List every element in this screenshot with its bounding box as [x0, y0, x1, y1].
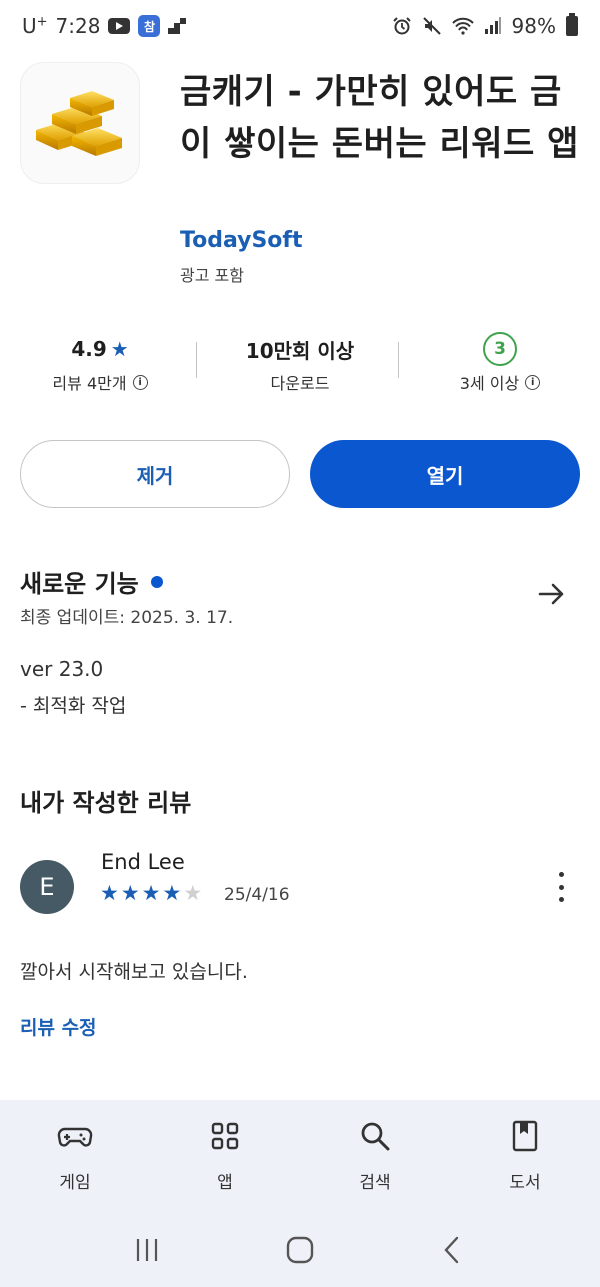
status-bar: U+ 7:28 참 98% [0, 0, 600, 52]
age-rating-badge: 3 [483, 332, 517, 366]
developer-link[interactable]: TodaySoft [180, 228, 303, 253]
star-icon: ★ [162, 881, 182, 905]
app-stats: 4.9 ★ 리뷰 4만개 i 10만회 이상 다운로드 3 3세 이상 i [0, 328, 600, 398]
edit-review-link[interactable]: 리뷰 수정 [20, 1013, 97, 1040]
my-review-title: 내가 작성한 리뷰 [20, 789, 192, 817]
age-rating-stat[interactable]: 3 3세 이상 i [400, 328, 600, 398]
whats-new-title: 새로운 기능 [20, 570, 139, 598]
change-note: - 최적화 작업 [20, 695, 127, 717]
back-icon [444, 1236, 459, 1263]
last-updated: 최종 업데이트: 2025. 3. 17. [20, 608, 234, 628]
wifi-icon [451, 17, 474, 35]
home-icon [286, 1236, 314, 1263]
youtube-icon [108, 18, 131, 34]
star-icon: ★ [120, 881, 140, 905]
gamepad-icon [57, 1127, 93, 1147]
nav-label-games: 게임 [59, 1173, 91, 1193]
apps-grid-icon [211, 1122, 239, 1150]
whats-new-header[interactable]: 새로운 기능 [20, 564, 163, 599]
nav-label-apps: 앱 [217, 1173, 233, 1193]
nav-label-books: 도서 [509, 1173, 541, 1193]
recent-apps-button[interactable] [127, 1230, 167, 1270]
stair-icon [168, 18, 187, 34]
status-left: U+ 7:28 참 [22, 14, 187, 38]
home-button[interactable] [280, 1230, 320, 1270]
arrow-right-icon[interactable] [536, 578, 568, 610]
search-icon [361, 1122, 390, 1151]
back-button[interactable] [433, 1230, 473, 1270]
nav-item-games[interactable]: 게임 [0, 1100, 150, 1212]
downloads-value: 10만회 이상 [245, 338, 355, 363]
carrier: U+ [22, 14, 48, 38]
stat-divider [398, 342, 399, 378]
open-button[interactable]: 열기 [310, 440, 580, 508]
review-date: 25/4/16 [224, 885, 290, 905]
review-stars: ★ ★ ★ ★ ★ [100, 881, 202, 905]
app-badge-icon: 참 [138, 15, 161, 37]
clock: 7:28 [55, 14, 101, 38]
rating-label: 리뷰 4만개 i [52, 370, 148, 394]
battery-percent: 98% [511, 14, 556, 38]
version-text: ver 23.0 [20, 657, 104, 681]
system-nav-bar [0, 1212, 600, 1287]
star-icon: ★ [110, 337, 129, 361]
info-icon: i [525, 374, 541, 390]
age-rating-value: 3 [483, 332, 517, 366]
contains-ads-label: 광고 포함 [180, 266, 244, 285]
review-text: 깔아서 시작해보고 있습니다. [20, 961, 248, 983]
gold-bars-icon [36, 91, 122, 156]
more-options-icon[interactable] [554, 872, 568, 902]
nav-item-search[interactable]: 검색 [300, 1100, 450, 1212]
app-title: 금캐기 - 가만히 있어도 금이 쌓이는 돈버는 리워드 앱 [180, 72, 579, 164]
info-icon: i [132, 374, 148, 390]
downloads-label: 다운로드 [270, 374, 330, 393]
battery-icon [566, 13, 578, 36]
alarm-icon [392, 17, 411, 35]
status-right: 98% [392, 13, 578, 38]
app-icon [20, 62, 140, 184]
mute-icon [422, 17, 441, 35]
bottom-nav: 게임 앱 검색 도서 [0, 1100, 600, 1212]
reviewer-name: End Lee [101, 850, 185, 874]
avatar: E [20, 860, 74, 914]
nav-label-search: 검색 [359, 1173, 391, 1193]
new-indicator-dot [150, 575, 163, 588]
age-rating-label: 3세 이상 i [460, 370, 541, 394]
nav-item-apps[interactable]: 앱 [150, 1100, 300, 1212]
nav-item-books[interactable]: 도서 [450, 1100, 600, 1212]
stat-divider [196, 342, 197, 378]
signal-icon [484, 17, 501, 34]
star-empty-icon: ★ [183, 881, 203, 905]
recent-apps-icon [136, 1238, 157, 1261]
rating-value: 4.9 ★ [71, 337, 129, 361]
downloads-stat: 10만회 이상 다운로드 [200, 328, 400, 398]
rating-stat[interactable]: 4.9 ★ 리뷰 4만개 i [0, 328, 200, 398]
star-icon: ★ [141, 881, 161, 905]
star-icon: ★ [100, 881, 119, 905]
uninstall-button[interactable]: 제거 [20, 440, 290, 508]
book-icon [512, 1120, 538, 1152]
